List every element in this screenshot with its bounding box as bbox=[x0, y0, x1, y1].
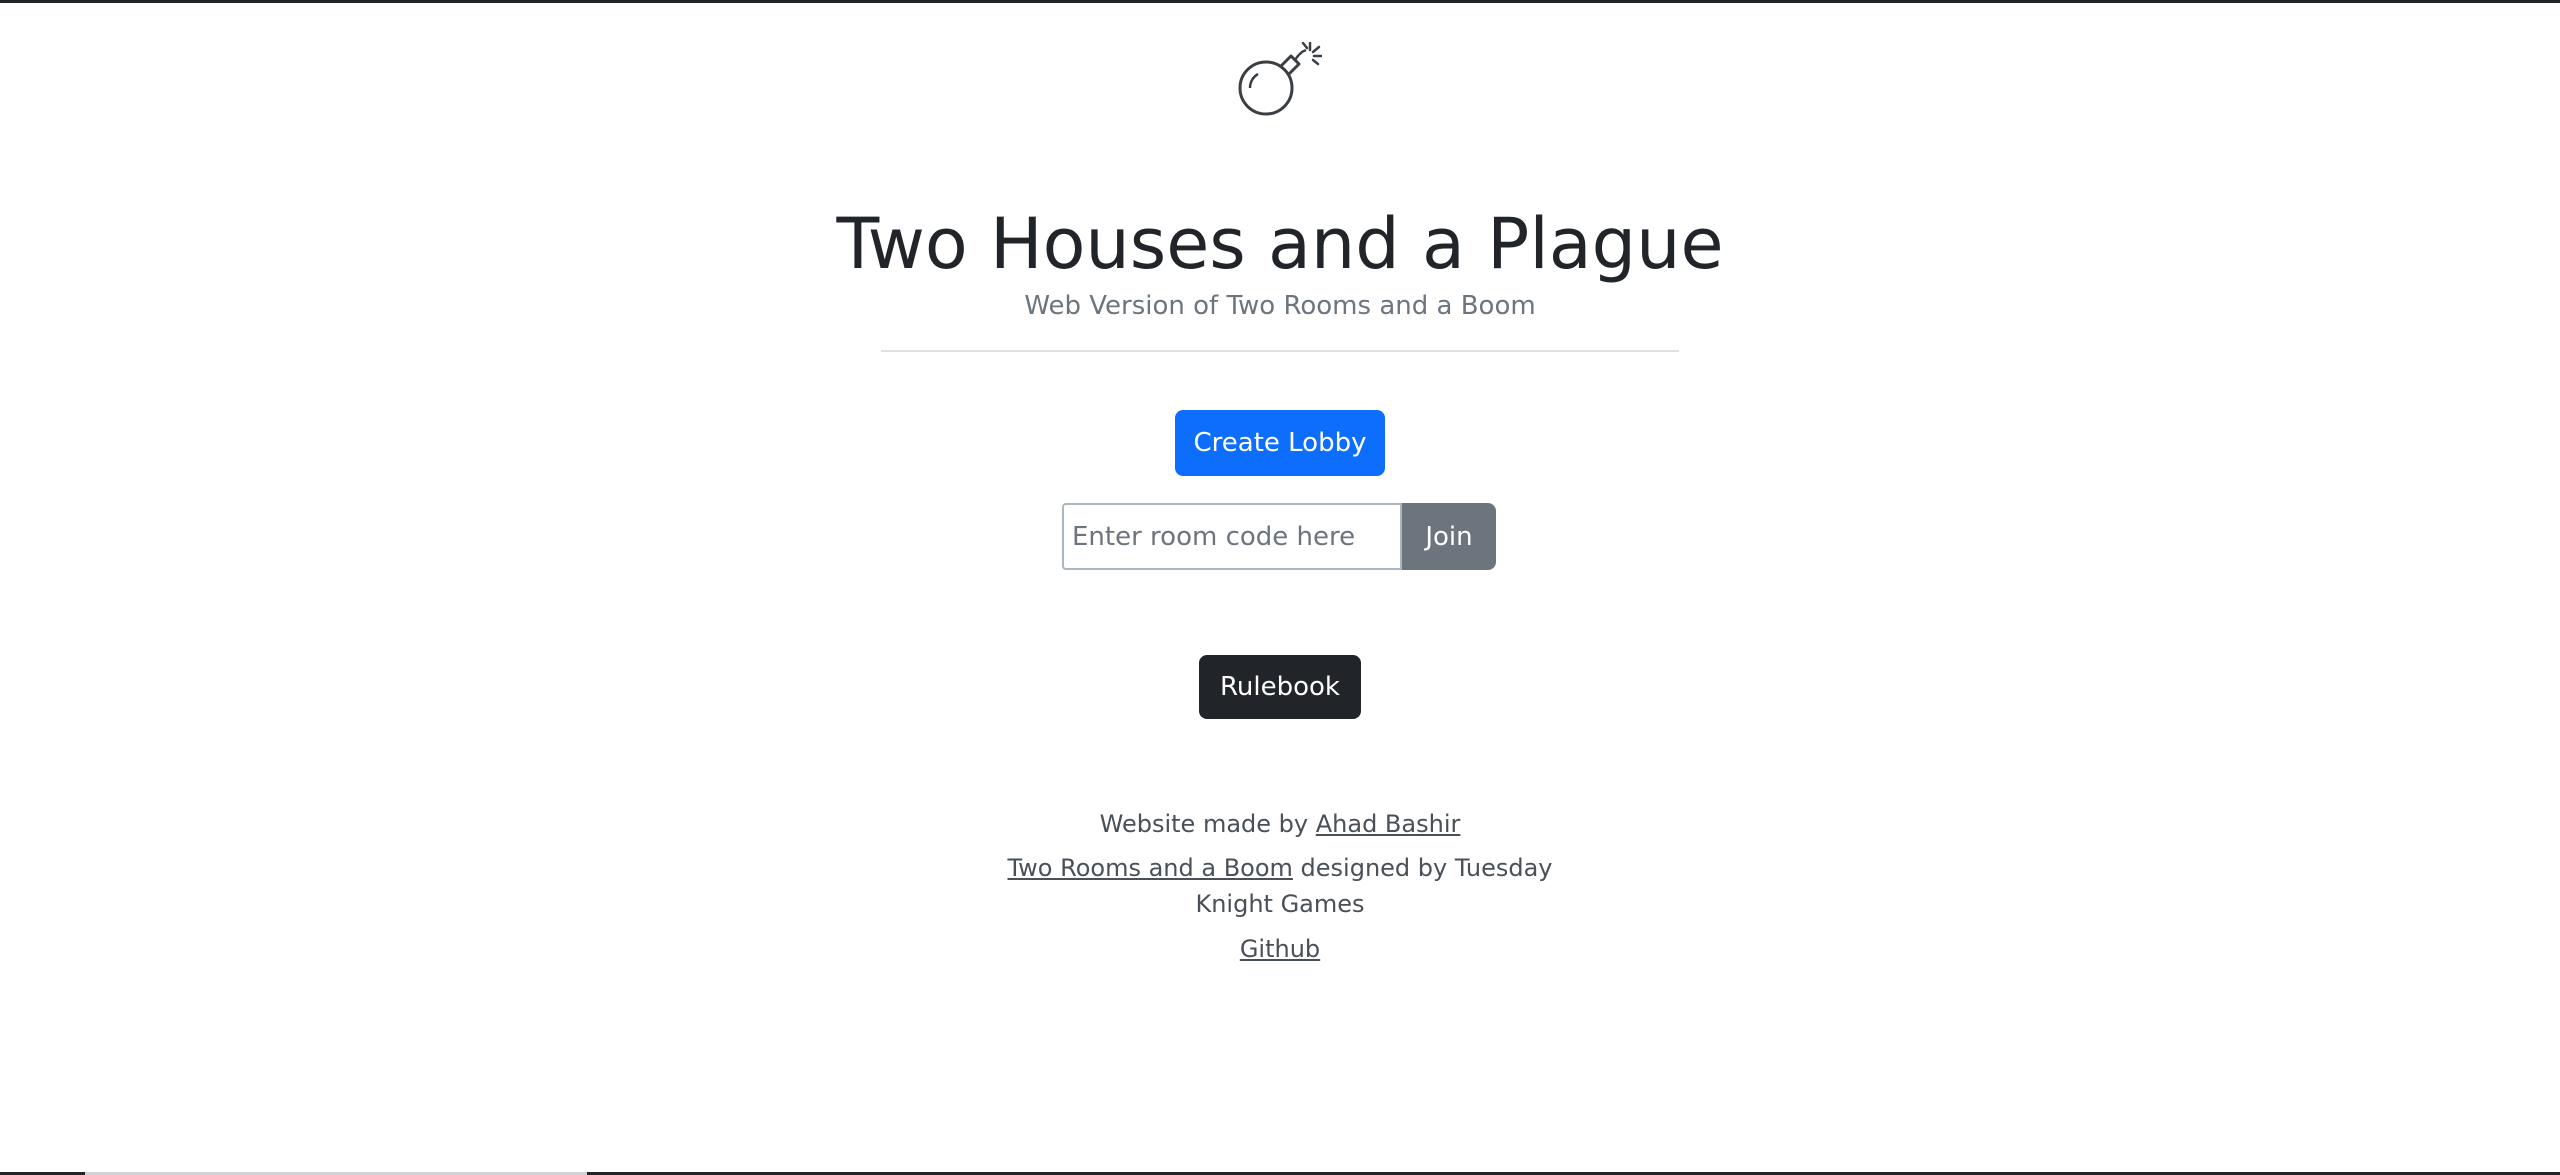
github-link[interactable]: Github bbox=[1240, 935, 1320, 963]
author-link[interactable]: Ahad Bashir bbox=[1316, 810, 1461, 838]
create-lobby-button[interactable]: Create Lobby bbox=[1175, 410, 1385, 476]
page-subtitle: Web Version of Two Rooms and a Boom bbox=[1024, 291, 1536, 321]
footer-credit-author: Website made by Ahad Bashir bbox=[0, 806, 2560, 842]
game-link[interactable]: Two Rooms and a Boom bbox=[1007, 854, 1292, 882]
join-room-form: Join bbox=[1062, 503, 1496, 570]
page-title: Two Houses and a Plague bbox=[836, 203, 1724, 285]
footer-credit-game: Two Rooms and a Boom designed by Tuesday… bbox=[980, 850, 1580, 922]
made-by-text: Website made by bbox=[1099, 810, 1316, 838]
title-divider bbox=[881, 350, 1679, 352]
footer-github: Github bbox=[0, 931, 2560, 967]
rulebook-button[interactable]: Rulebook bbox=[1199, 655, 1361, 719]
bomb-icon bbox=[1238, 42, 1322, 116]
room-code-input[interactable] bbox=[1062, 503, 1402, 570]
window-top-border bbox=[0, 0, 2560, 3]
join-button[interactable]: Join bbox=[1402, 503, 1496, 570]
